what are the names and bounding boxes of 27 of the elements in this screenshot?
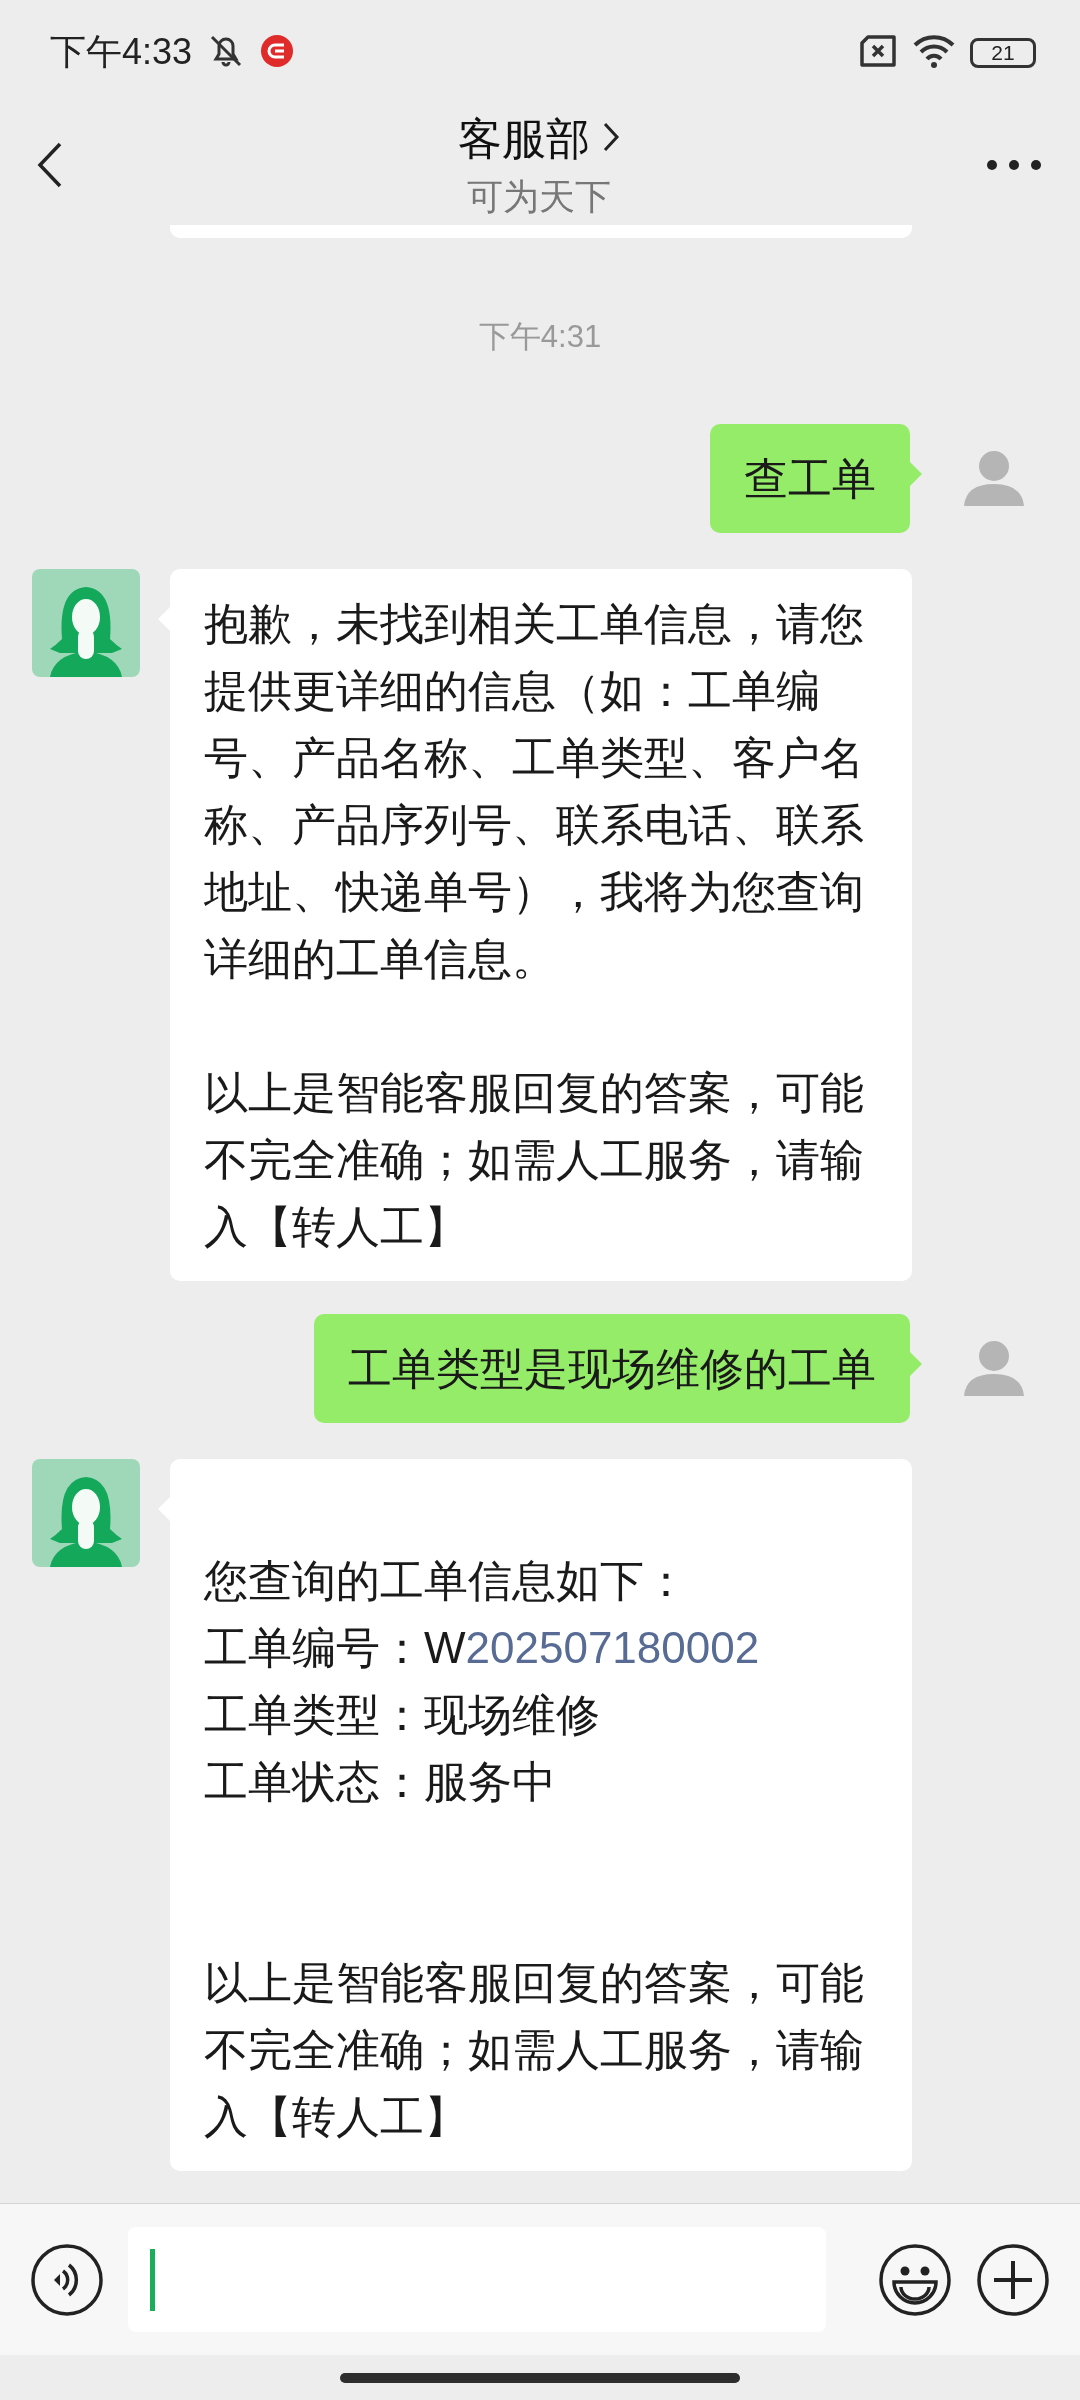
message-input-field[interactable] <box>128 2227 826 2332</box>
app-icon <box>260 33 295 68</box>
text-cursor <box>150 2248 155 2311</box>
message-text: 以上是智能客服回复的答案，可能不完全准确；如需人工服务，请输入【转人工】 <box>204 1067 865 1253</box>
message-text: 工单编号：W202507180002 <box>204 1622 761 1674</box>
wifi-icon <box>912 32 956 69</box>
chat-subtitle: 可为天下 <box>467 175 611 219</box>
chevron-right-icon[interactable] <box>602 121 620 153</box>
plus-icon[interactable] <box>976 2242 1050 2317</box>
home-indicator[interactable] <box>340 2372 740 2383</box>
back-icon[interactable] <box>36 141 64 189</box>
battery-icon: 21 <box>970 37 1036 68</box>
timestamp: 下午4:31 <box>478 318 602 356</box>
emoji-icon[interactable] <box>878 2242 952 2317</box>
clock: 下午4:33 <box>50 30 193 74</box>
voice-icon[interactable] <box>30 2242 104 2317</box>
message-text: 工单类型：现场维修 <box>204 1689 601 1741</box>
message-text: 查工单 <box>744 453 876 505</box>
message-text: 抱歉，未找到相关工单信息，请您提供更详细的信息（如：工单编号、产品名称、工单类型、客户名称、产品序列号、联系电话、联系地址、快递单号），我将为您查询详细的工单信息。 <box>204 598 865 985</box>
message-text: 以上是智能客服回复的答案，可能不完全准确；如需人工服务，请输入【转人工】 <box>204 1957 865 2143</box>
more-icon[interactable] <box>986 159 1042 171</box>
chat-title[interactable]: 客服部 <box>458 111 590 167</box>
message-text: 工单状态：服务中 <box>204 1756 557 1808</box>
ticket-number-link[interactable]: 202507180002 <box>465 1623 760 1672</box>
message-text: 您查询的工单信息如下： <box>204 1555 689 1607</box>
message-text: 工单类型是现场维修的工单 <box>348 1343 876 1395</box>
sim-x-icon <box>858 34 898 67</box>
